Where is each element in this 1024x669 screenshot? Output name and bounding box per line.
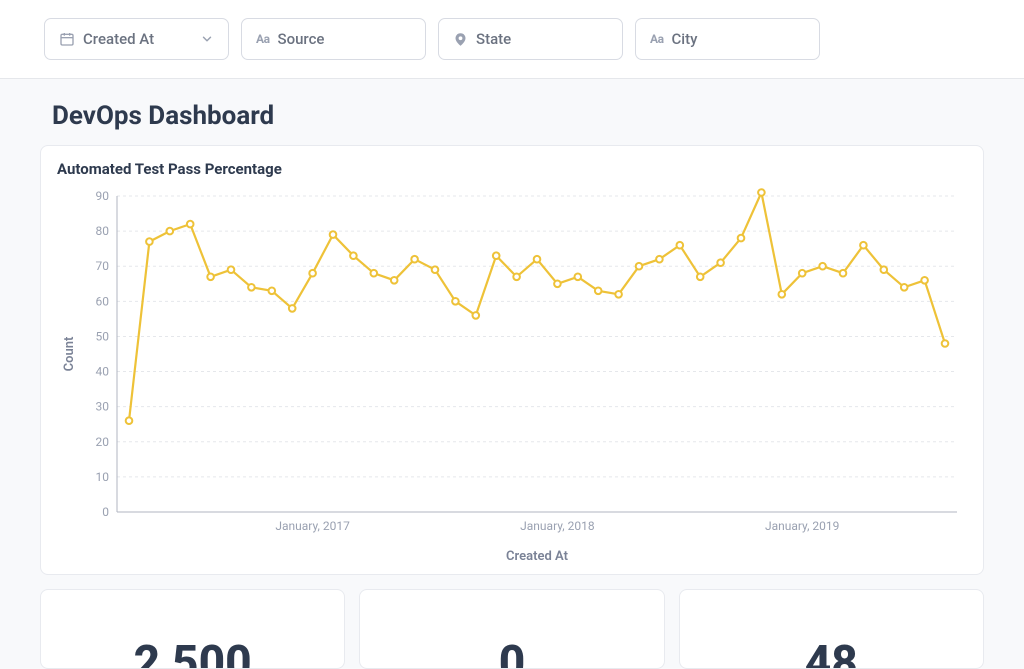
stat-value: 48 — [805, 650, 858, 669]
text-field-icon: Aa — [650, 32, 663, 46]
chart-plot-area: 0 10 20 30 40 50 60 70 80 90 January, 2017 January,… — [57, 186, 967, 566]
filter-created-at[interactable]: Created At — [44, 18, 229, 60]
svg-text:30: 30 — [96, 400, 110, 414]
chevron-down-icon — [200, 32, 214, 46]
svg-text:50: 50 — [96, 329, 110, 343]
svg-text:10: 10 — [96, 470, 110, 484]
stat-card-1: 2,500 — [40, 589, 345, 669]
svg-text:70: 70 — [96, 259, 110, 273]
filter-source[interactable]: Aa Source — [241, 18, 426, 60]
chart-title: Automated Test Pass Percentage — [57, 160, 967, 178]
svg-text:40: 40 — [96, 365, 110, 379]
svg-text:Count: Count — [62, 336, 77, 371]
page-title: DevOps Dashboard — [52, 101, 984, 131]
svg-text:January, 2019: January, 2019 — [765, 519, 839, 533]
location-pin-icon — [453, 32, 468, 47]
svg-text:January, 2017: January, 2017 — [275, 519, 350, 533]
svg-text:60: 60 — [96, 294, 110, 308]
filter-label: Source — [277, 30, 411, 48]
filter-label: State — [476, 30, 608, 48]
stat-value: 0 — [499, 650, 526, 669]
filter-bar: Created At Aa Source State Aa City — [0, 0, 1024, 79]
stat-card-3: 48 — [679, 589, 984, 669]
stat-value: 2,500 — [134, 650, 252, 669]
calendar-icon — [59, 31, 75, 47]
svg-text:80: 80 — [96, 224, 110, 238]
stats-row: 2,500 0 48 — [40, 589, 984, 669]
svg-text:January, 2018: January, 2018 — [520, 519, 595, 533]
text-field-icon: Aa — [256, 32, 269, 46]
svg-text:20: 20 — [96, 435, 110, 449]
chart-card: Automated Test Pass Percentage 0 10 20 30 40… — [40, 145, 984, 575]
filter-label: Created At — [83, 30, 188, 48]
filter-city[interactable]: Aa City — [635, 18, 820, 60]
filter-state[interactable]: State — [438, 18, 623, 60]
svg-text:0: 0 — [102, 505, 109, 519]
stat-card-2: 0 — [359, 589, 664, 669]
svg-text:90: 90 — [96, 189, 110, 203]
svg-text:Created At: Created At — [506, 549, 569, 564]
filter-label: City — [671, 30, 805, 48]
